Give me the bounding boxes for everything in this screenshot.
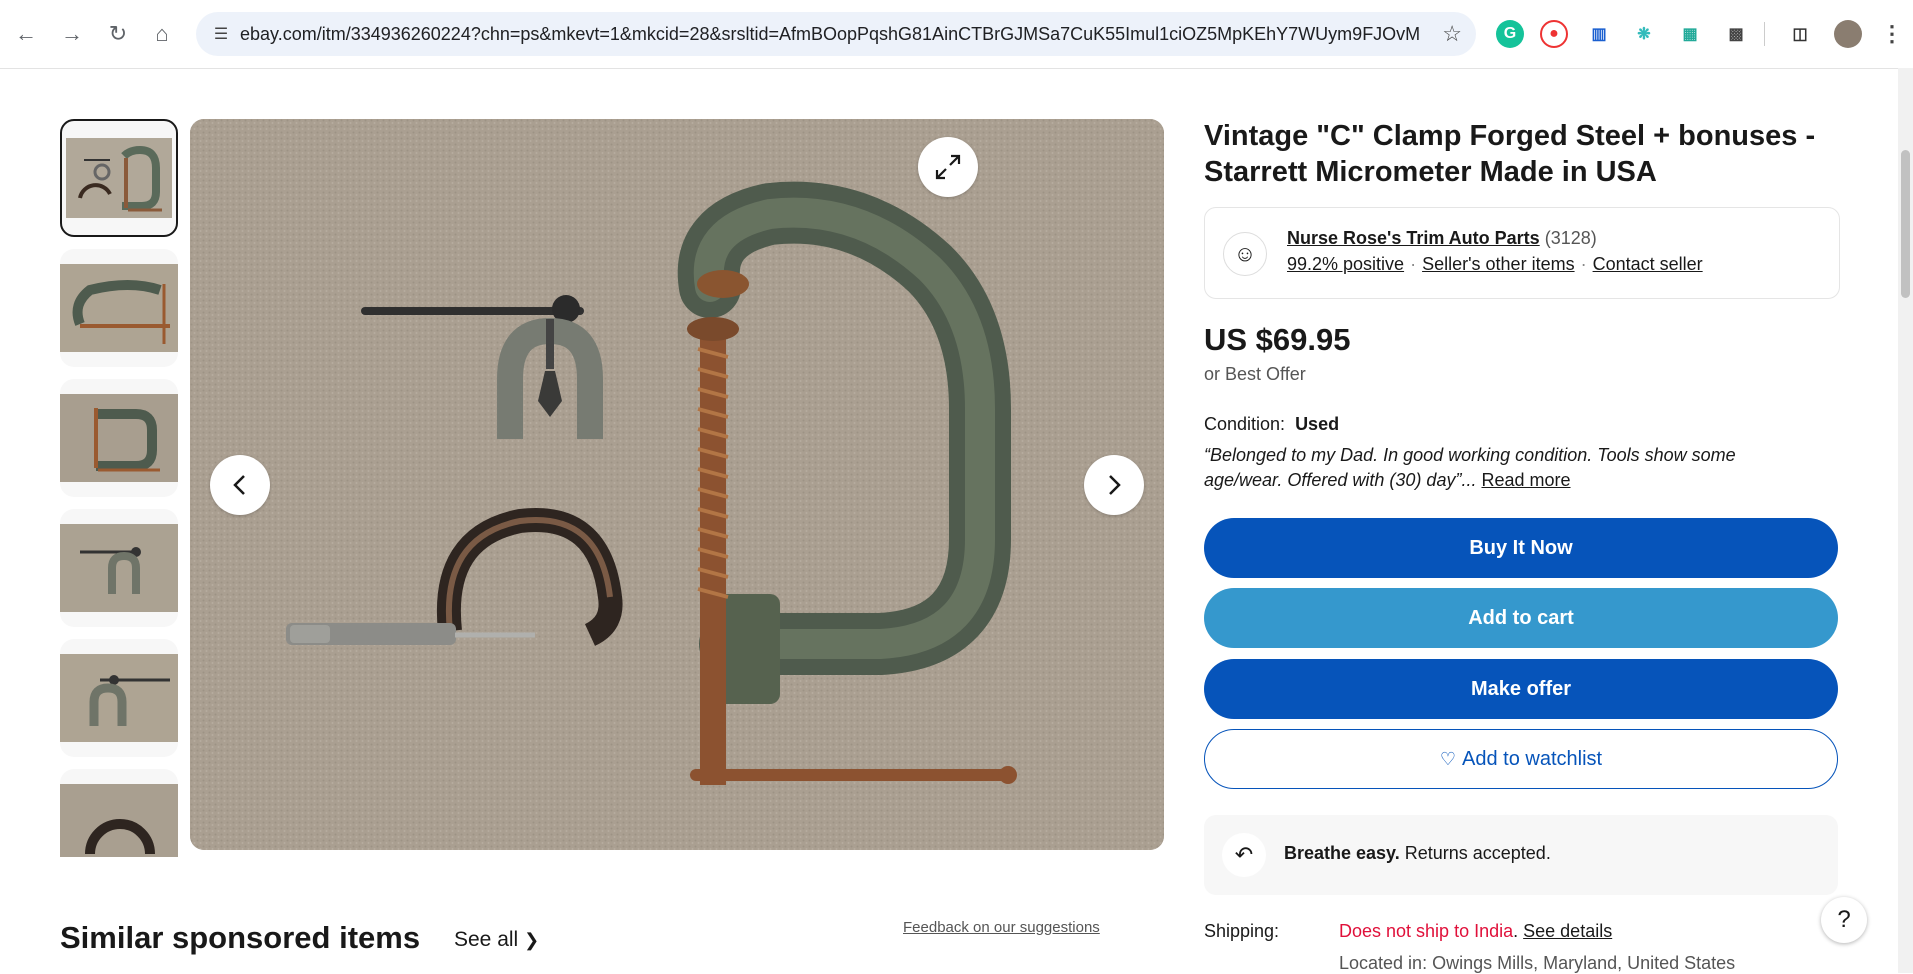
bookmark-star-icon[interactable]: ☆ [1442, 21, 1462, 47]
thumbnail-3[interactable] [60, 379, 178, 497]
thumbnail-image [60, 524, 178, 612]
pokeball-extension-icon[interactable]: ● [1540, 20, 1568, 48]
scrollbar-thumb[interactable] [1901, 150, 1910, 298]
help-button[interactable]: ? [1821, 897, 1867, 943]
product-title: Vintage "C" Clamp Forged Steel + bonuses… [1204, 120, 1816, 188]
thumbnail-1[interactable] [60, 119, 178, 237]
thumbnail-2[interactable] [60, 249, 178, 367]
seller-other-items-link[interactable]: Seller's other items [1422, 254, 1575, 274]
thumbnail-image [60, 264, 178, 352]
shipping-status: Does not ship to India [1339, 921, 1514, 941]
dot-separator: · [1410, 254, 1417, 274]
shipping-value: Does not ship to India. See details [1339, 921, 1612, 942]
page-scrollbar[interactable] [1898, 68, 1913, 973]
browser-menu-icon[interactable]: ⋮ [1878, 20, 1906, 48]
profile-avatar[interactable] [1834, 20, 1862, 48]
thumbnail-image [60, 784, 178, 857]
condition-description: “Belonged to my Dad. In good working con… [1204, 443, 1804, 493]
url-text[interactable]: ebay.com/itm/334936260224?chn=ps&mkevt=1… [240, 24, 1420, 45]
returns-rest: Returns accepted. [1399, 843, 1551, 863]
thumbnail-image [66, 138, 172, 218]
seller-links: 99.2% positive · Seller's other items · Cont… [1287, 254, 1703, 275]
see-all-link[interactable]: See all ❯ [454, 928, 539, 952]
read-more-link[interactable]: Read more [1481, 470, 1570, 490]
address-bar[interactable]: ☰ ebay.com/itm/334936260224?chn=ps&mkevt… [196, 12, 1476, 56]
seller-avatar[interactable]: ☺ [1223, 232, 1267, 276]
chart-extension-icon[interactable]: ▥ [1585, 20, 1613, 48]
returns-bold: Breathe easy. [1284, 843, 1400, 863]
return-arrow-icon: ↶ [1222, 833, 1266, 877]
condition-value: Used [1295, 414, 1340, 434]
see-details-link[interactable]: See details [1523, 921, 1612, 941]
forward-icon[interactable]: → [56, 18, 88, 50]
thumbnail-6[interactable] [60, 769, 178, 857]
browser-toolbar: ← → ↻ ⌂ ☰ ebay.com/itm/334936260224?chn=… [0, 0, 1913, 69]
chevron-right-icon: ❯ [524, 930, 540, 950]
seller-card: ☺ Nurse Rose's Trim Auto Parts (3128) 99… [1204, 207, 1840, 299]
see-all-label: See all [454, 928, 519, 951]
shipping-period: . [1513, 921, 1524, 941]
next-image-button[interactable] [1084, 455, 1144, 515]
product-price: US $69.95 [1204, 322, 1351, 357]
feedback-suggestions-link[interactable]: Feedback on our suggestions [903, 919, 1100, 936]
home-icon[interactable]: ⌂ [146, 18, 178, 50]
returns-banner: ↶ Breathe easy. Returns accepted. [1204, 815, 1838, 895]
previous-image-button[interactable] [210, 455, 270, 515]
thumbnail-image [60, 394, 178, 482]
expand-fullscreen-icon[interactable] [918, 137, 978, 197]
toolbar-divider [1764, 22, 1765, 46]
seller-feedback-count: (3128) [1544, 228, 1597, 248]
contact-seller-link[interactable]: Contact seller [1593, 254, 1703, 274]
thumbnail-5[interactable] [60, 639, 178, 757]
reload-icon[interactable]: ↻ [102, 18, 134, 50]
add-to-cart-button[interactable]: Add to cart [1204, 588, 1838, 648]
back-icon[interactable]: ← [10, 18, 42, 50]
image-extension-icon[interactable]: ▦ [1676, 20, 1704, 48]
thumbnail-image [60, 654, 178, 742]
seller-name-row: Nurse Rose's Trim Auto Parts (3128) [1287, 228, 1597, 249]
network-extension-icon[interactable]: ❋ [1630, 20, 1658, 48]
item-location: Located in: Owings Mills, Maryland, Unit… [1339, 953, 1736, 973]
thumbnail-4[interactable] [60, 509, 178, 627]
make-offer-button[interactable]: Make offer [1204, 659, 1838, 719]
condition-label: Condition: [1204, 414, 1286, 434]
dot-separator: · [1580, 254, 1587, 274]
condition-row: Condition: Used [1204, 414, 1339, 435]
watchlist-label: Add to watchlist [1462, 747, 1603, 770]
shipping-label: Shipping: [1204, 921, 1280, 941]
add-to-watchlist-button[interactable]: ♡ Add to watchlist [1204, 729, 1838, 789]
heart-icon: ♡ [1439, 748, 1457, 769]
buy-it-now-button[interactable]: Buy It Now [1204, 518, 1838, 578]
positive-feedback-link[interactable]: 99.2% positive [1287, 254, 1404, 274]
main-product-image[interactable] [190, 119, 1164, 850]
similar-items-heading: Similar sponsored items [60, 920, 421, 955]
seller-name-link[interactable]: Nurse Rose's Trim Auto Parts [1287, 228, 1540, 248]
site-info-icon[interactable]: ☰ [210, 23, 232, 45]
best-offer-text: or Best Offer [1204, 364, 1306, 384]
extensions-puzzle-icon[interactable]: ▩ [1722, 20, 1750, 48]
grammarly-extension-icon[interactable]: G [1496, 20, 1524, 48]
returns-text: Breathe easy. Returns accepted. [1284, 843, 1551, 864]
condition-ellipsis: ... [1461, 470, 1477, 490]
side-panel-icon[interactable]: ◫ [1786, 20, 1814, 48]
